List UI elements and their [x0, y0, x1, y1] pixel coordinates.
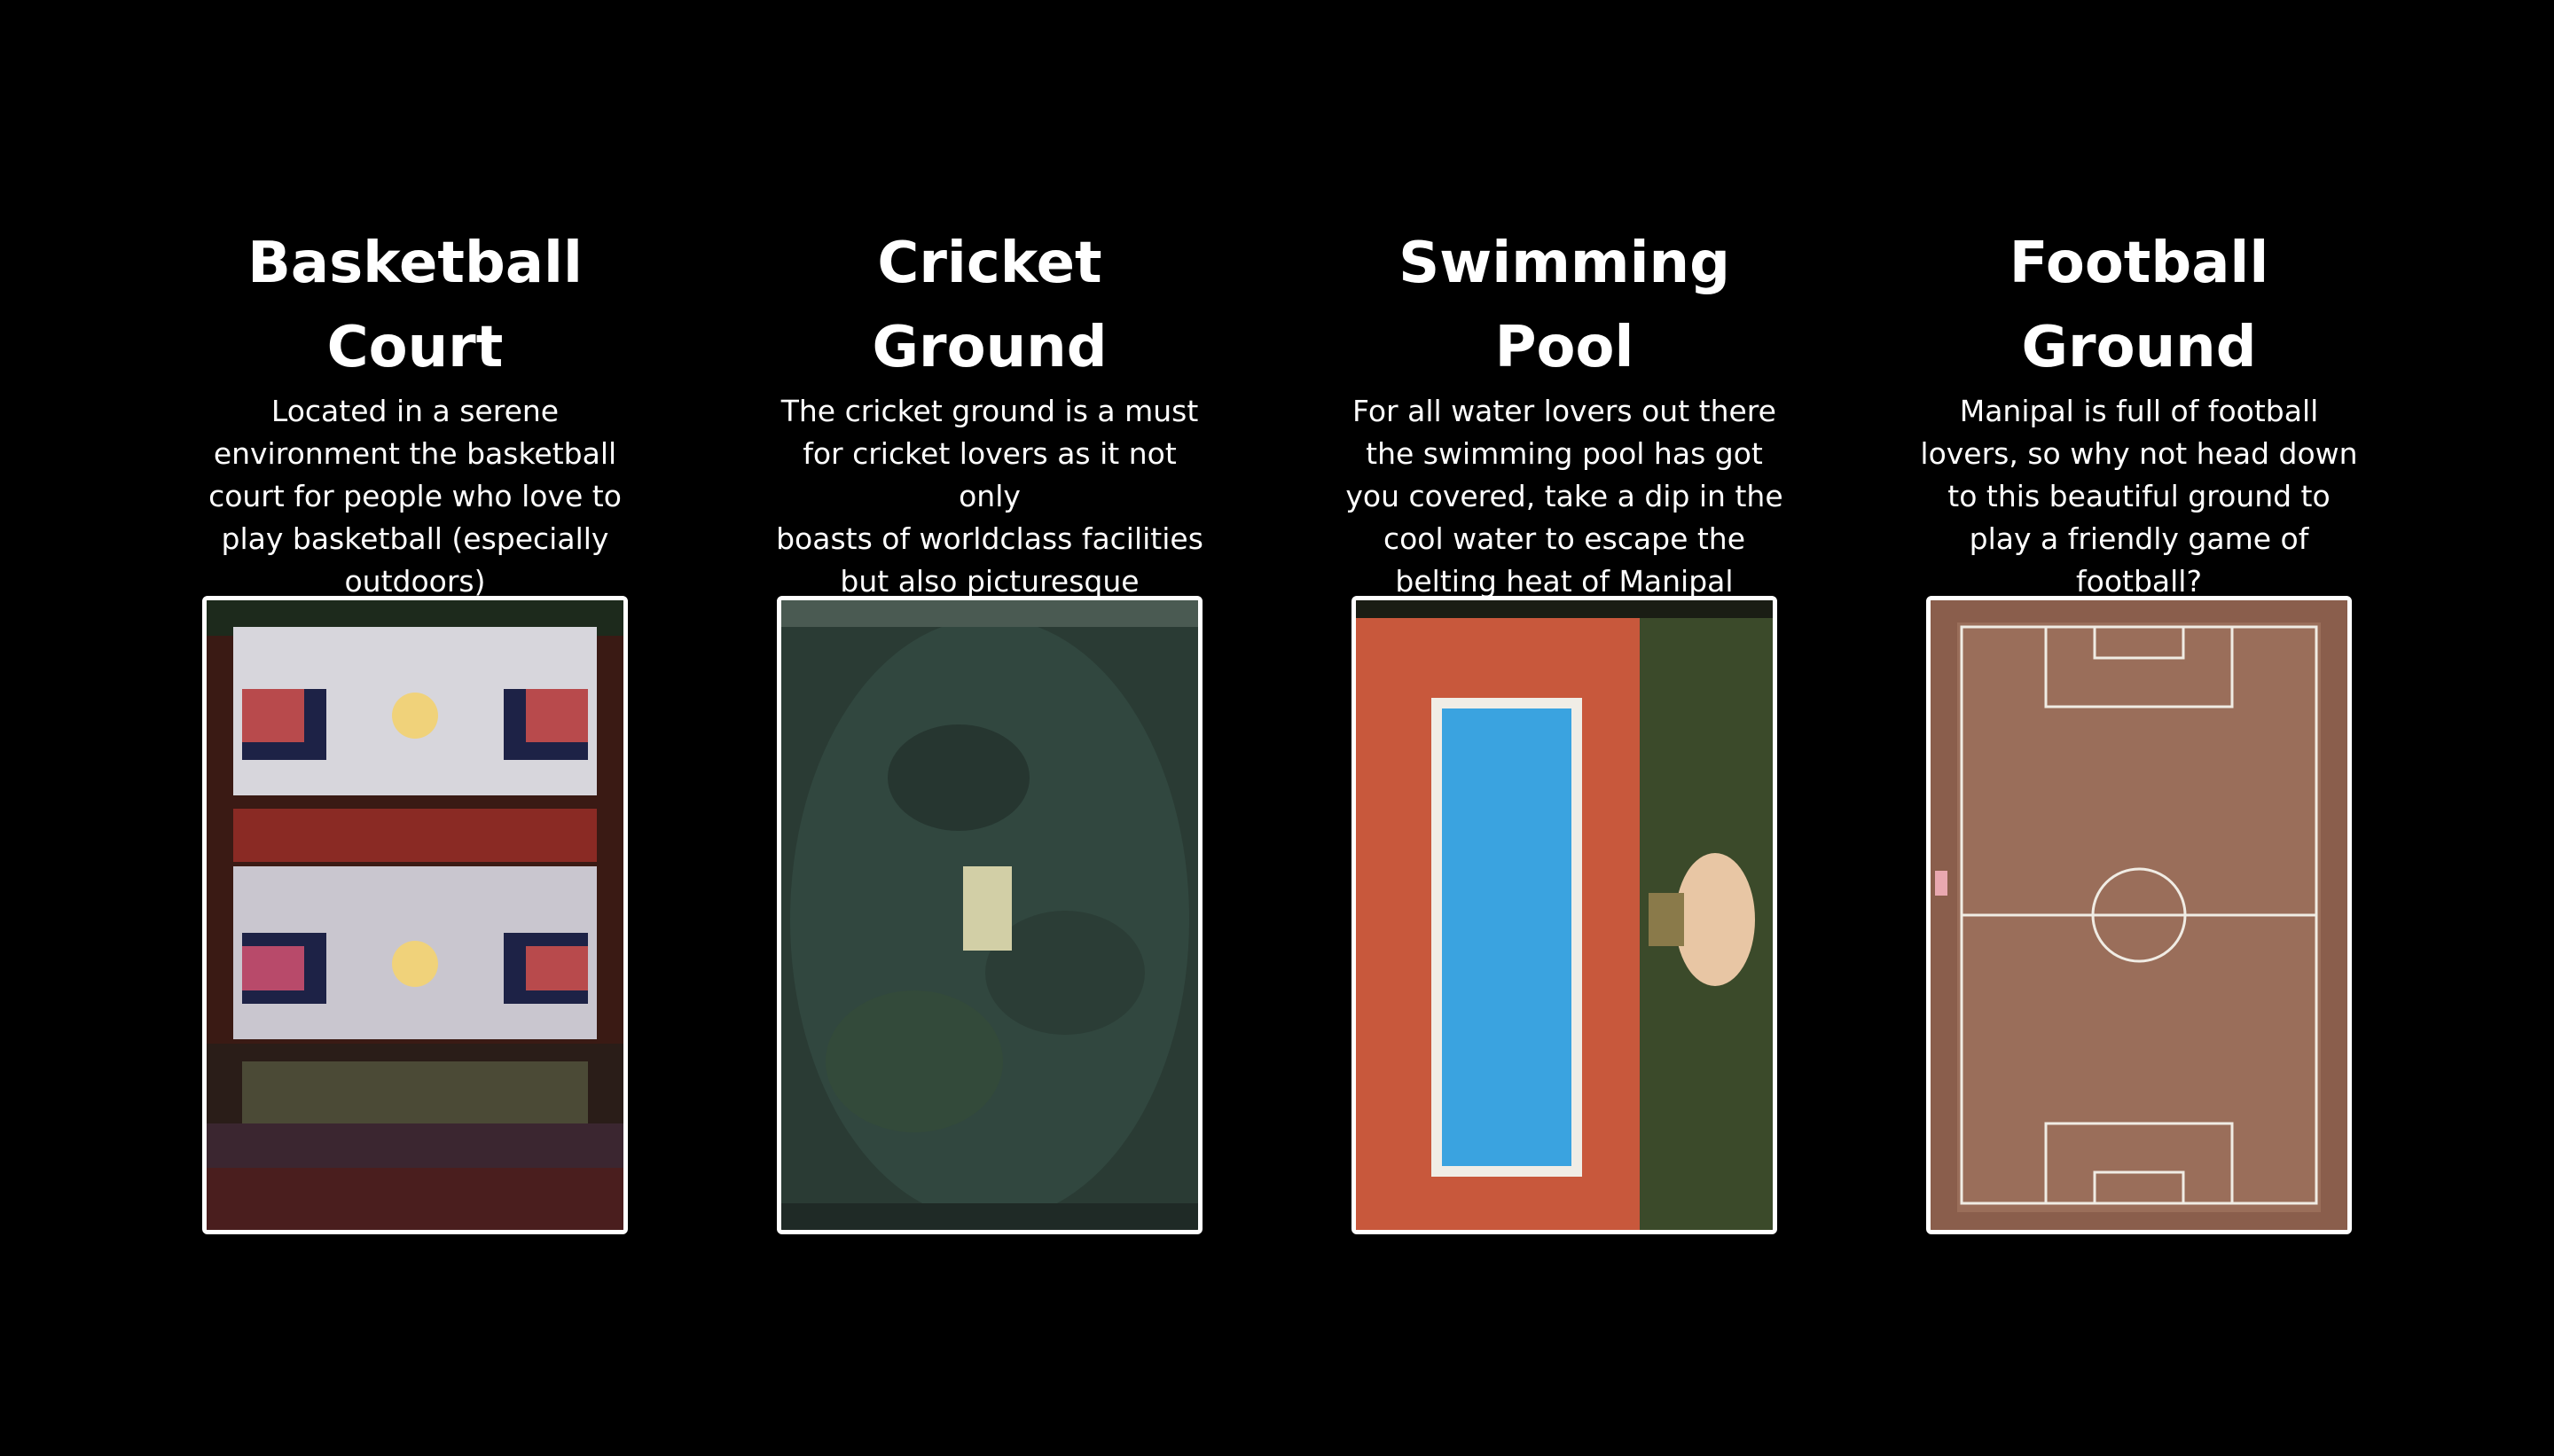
- facility-description: Manipal is full of football lovers, so w…: [1920, 394, 2358, 599]
- facility-card-basketball: Basketball Court Located in a serene env…: [128, 222, 702, 603]
- facility-description: Located in a serene environment the bask…: [208, 394, 622, 599]
- facility-card-cricket: Cricket Ground The cricket ground is a m…: [702, 222, 1277, 603]
- swimming-pool-photo: [1351, 596, 1777, 1234]
- facility-title-line2: Ground: [2021, 315, 2257, 380]
- cricket-ground-image: [781, 600, 1198, 1230]
- facility-title-line2: Court: [326, 315, 504, 380]
- basketball-court-image: [207, 600, 623, 1230]
- facility-title: Football Ground: [1852, 222, 2426, 390]
- facility-title-line1: Cricket: [877, 231, 1102, 296]
- facility-title: Swimming Pool: [1277, 222, 1852, 390]
- facility-title: Basketball Court: [128, 222, 702, 390]
- facility-title-line2: Pool: [1494, 315, 1634, 380]
- facility-title-line1: Basketball: [247, 231, 583, 296]
- facility-description: For all water lovers out there the swimm…: [1345, 394, 1783, 599]
- facility-title-line1: Football: [2009, 231, 2269, 296]
- basketball-court-photo: [202, 596, 628, 1234]
- swimming-pool-image: [1356, 600, 1773, 1230]
- football-ground-photo: [1926, 596, 2352, 1234]
- facility-title-line1: Swimming: [1398, 231, 1730, 296]
- facility-card-swimming: Swimming Pool For all water lovers out t…: [1277, 222, 1852, 603]
- facility-title: Cricket Ground: [702, 222, 1277, 390]
- facility-description: The cricket ground is a must for cricket…: [776, 394, 1203, 599]
- facility-title-line2: Ground: [872, 315, 1108, 380]
- football-ground-image: [1931, 600, 2347, 1230]
- cricket-ground-photo: [777, 596, 1203, 1234]
- facility-card-football: Football Ground Manipal is full of footb…: [1852, 222, 2426, 603]
